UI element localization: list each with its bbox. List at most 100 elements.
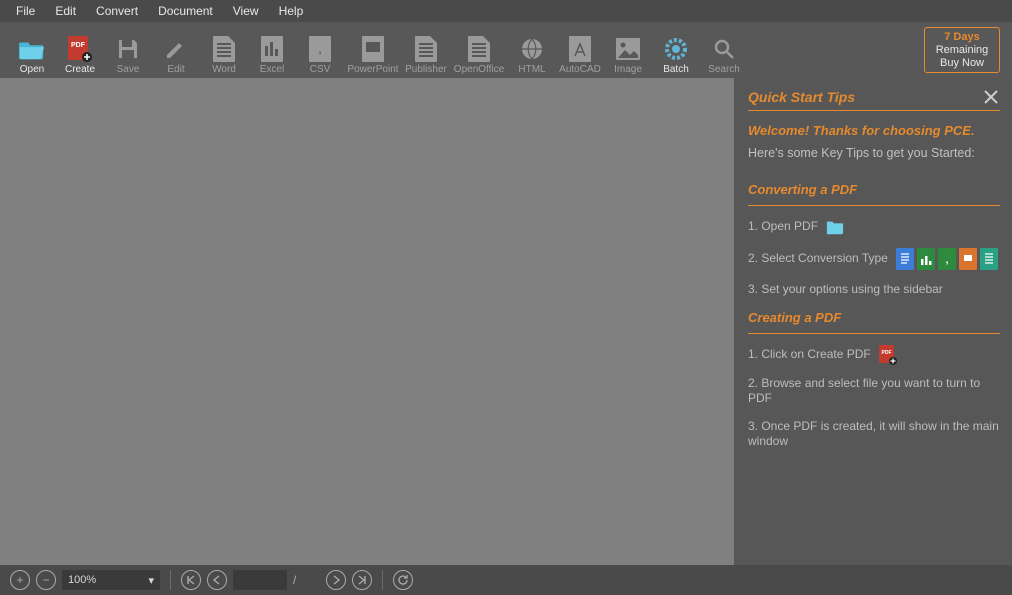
trial-days: 7 Days (944, 31, 979, 44)
document-canvas (0, 78, 734, 565)
divider (748, 205, 1000, 206)
excel-icon (259, 36, 285, 62)
convert-step-2: 2. Select Conversion Type , (748, 248, 1000, 270)
menu-file[interactable]: File (6, 1, 45, 21)
edit-button[interactable]: Edit (152, 25, 200, 75)
csv-icon: , (307, 36, 333, 62)
excel-type-icon (917, 248, 935, 270)
trial-buy-now: Buy Now (940, 57, 984, 70)
menu-document[interactable]: Document (148, 1, 223, 21)
menu-convert[interactable]: Convert (86, 1, 148, 21)
subtitle-text: Here's some Key Tips to get you Started: (748, 146, 1000, 160)
openoffice-icon (466, 36, 492, 62)
svg-text:PDF: PDF (881, 350, 891, 356)
create-step-3: 3. Once PDF is created, it will show in … (748, 419, 1000, 450)
status-bar: + − 100% ▾ / (0, 565, 1012, 595)
csv-label: CSV (310, 64, 331, 75)
csv-type-icon: , (938, 248, 956, 270)
excel-label: Excel (260, 64, 284, 75)
zoom-in-button[interactable]: + (10, 570, 30, 590)
edit-icon (163, 36, 189, 62)
publisher-button[interactable]: Publisher (402, 25, 450, 75)
convert-step-1: 1. Open PDF (748, 218, 1000, 236)
html-icon (519, 36, 545, 62)
word-button[interactable]: Word (200, 25, 248, 75)
zoom-select[interactable]: 100% ▾ (62, 570, 160, 590)
batch-button[interactable]: Batch (652, 25, 700, 75)
convert-heading: Converting a PDF (748, 182, 1000, 197)
autocad-button[interactable]: AutoCAD (556, 25, 604, 75)
menu-bar: File Edit Convert Document View Help (0, 0, 1012, 22)
folder-icon (826, 218, 844, 236)
prev-page-button[interactable] (207, 570, 227, 590)
divider (170, 570, 171, 590)
divider (748, 333, 1000, 334)
save-icon (115, 36, 141, 62)
search-button[interactable]: Search (700, 25, 748, 75)
openoffice-label: OpenOffice (454, 64, 504, 75)
create-heading: Creating a PDF (748, 310, 1000, 325)
create-button[interactable]: PDF Create (56, 25, 104, 75)
trial-badge[interactable]: 7 Days Remaining Buy Now (924, 27, 1000, 73)
image-label: Image (614, 64, 642, 75)
divider (382, 570, 383, 590)
toolbar: Open PDF Create Save Edit Word Excel , (0, 22, 1012, 78)
powerpoint-button[interactable]: PowerPoint (344, 25, 402, 75)
trial-remaining: Remaining (936, 44, 989, 57)
zoom-value: 100% (68, 574, 96, 586)
csv-button[interactable]: , CSV (296, 25, 344, 75)
create-label: Create (65, 64, 95, 75)
pub-type-icon (980, 248, 998, 270)
word-icon (211, 36, 237, 62)
first-page-button[interactable] (181, 570, 201, 590)
search-label: Search (708, 64, 740, 75)
html-button[interactable]: HTML (508, 25, 556, 75)
rotate-button[interactable] (393, 570, 413, 590)
welcome-text: Welcome! Thanks for choosing PCE. (748, 123, 1000, 138)
batch-label: Batch (663, 64, 689, 75)
word-label: Word (212, 64, 236, 75)
autocad-icon (567, 36, 593, 62)
save-button[interactable]: Save (104, 25, 152, 75)
page-separator: / (293, 573, 296, 587)
zoom-out-button[interactable]: − (36, 570, 56, 590)
convert-step-3: 3. Set your options using the sidebar (748, 282, 1000, 298)
last-page-button[interactable] (352, 570, 372, 590)
quick-start-sidebar: Quick Start Tips Welcome! Thanks for cho… (734, 78, 1012, 565)
image-button[interactable]: Image (604, 25, 652, 75)
menu-view[interactable]: View (223, 1, 269, 21)
save-label: Save (117, 64, 140, 75)
next-page-button[interactable] (326, 570, 346, 590)
close-icon[interactable] (982, 88, 1000, 106)
edit-label: Edit (167, 64, 184, 75)
chevron-down-icon: ▾ (148, 574, 154, 587)
ppt-type-icon (959, 248, 977, 270)
create-pdf-icon: PDF (879, 346, 897, 364)
svg-text:,: , (945, 255, 948, 266)
main-area: Quick Start Tips Welcome! Thanks for cho… (0, 78, 1012, 565)
word-type-icon (896, 248, 914, 270)
sidebar-title: Quick Start Tips (748, 89, 855, 105)
open-label: Open (20, 64, 44, 75)
openoffice-button[interactable]: OpenOffice (450, 25, 508, 75)
autocad-label: AutoCAD (559, 64, 601, 75)
image-icon (615, 36, 641, 62)
excel-button[interactable]: Excel (248, 25, 296, 75)
menu-edit[interactable]: Edit (45, 1, 86, 21)
svg-text:,: , (319, 45, 322, 56)
create-step-1: 1. Click on Create PDF PDF (748, 346, 1000, 364)
open-button[interactable]: Open (8, 25, 56, 75)
create-step-2: 2. Browse and select file you want to tu… (748, 376, 1000, 407)
menu-help[interactable]: Help (269, 1, 314, 21)
create-pdf-icon: PDF (67, 36, 93, 62)
search-icon (711, 36, 737, 62)
publisher-label: Publisher (405, 64, 447, 75)
html-label: HTML (518, 64, 545, 75)
svg-text:PDF: PDF (71, 42, 86, 49)
powerpoint-label: PowerPoint (347, 64, 398, 75)
folder-icon (19, 36, 45, 62)
page-number-input[interactable] (233, 570, 287, 590)
divider (748, 110, 1000, 111)
publisher-icon (413, 36, 439, 62)
powerpoint-icon (360, 36, 386, 62)
